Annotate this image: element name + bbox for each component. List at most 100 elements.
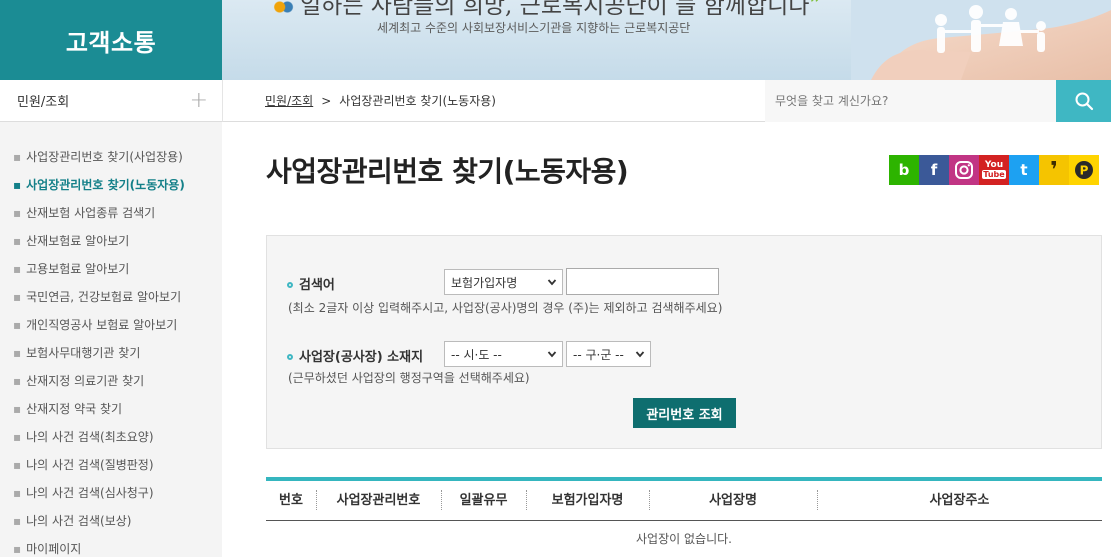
sidebar-item-label: 보험사무대행기관 찾기 [26, 346, 141, 360]
sidebar-item-label: 산재보험료 알아보기 [26, 234, 130, 248]
sidebar-item-pharmacy[interactable]: ▪ 산재지정 약국 찾기 [0, 395, 222, 423]
slogan: 일하는 사람들의 희망, 근로복지공단이 늘 함께합니다” [272, 0, 821, 20]
column-header-workplace-name: 사업장명 [709, 493, 757, 508]
chevron-down-icon [547, 279, 557, 286]
sidebar-item-label: 사업장관리번호 찾기(사업장용) [26, 150, 183, 164]
gugun-select[interactable]: -- 구·군 -- [566, 341, 651, 367]
location-label-text: 사업장(공사장) 소재지 [299, 350, 424, 365]
sidebar-item-label: 사업장관리번호 찾기(노동자용) [26, 178, 185, 192]
bullet-icon: ▪ [13, 542, 22, 556]
bullet-icon: ▪ [13, 318, 22, 332]
instagram-icon[interactable] [949, 155, 979, 185]
bullet-icon: ▪ [13, 290, 22, 304]
menu-toggle-label: 민원/조회 [17, 95, 70, 110]
twitter-icon[interactable]: t [1009, 155, 1039, 185]
sidebar-item-case-initial-care[interactable]: ▪ 나의 사건 검색(최초요양) [0, 423, 222, 451]
keyword-type-value: 보험가입자명 [451, 275, 518, 290]
sidebar-item-case-compensation[interactable]: ▪ 나의 사건 검색(보상) [0, 507, 222, 535]
sidebar-item-label: 산재지정 의료기관 찾기 [26, 374, 145, 388]
slogan-text: 일하는 사람들의 희망, 근로복지공단이 늘 함께합니다 [300, 0, 810, 19]
keyword-type-select[interactable]: 보험가입자명 [444, 269, 563, 295]
youtube-icon[interactable]: You Tube [979, 155, 1009, 185]
bullet-icon: ▪ [13, 206, 22, 220]
blog-icon[interactable]: b [889, 155, 919, 185]
empty-results-message: 사업장이 없습니다. [636, 532, 732, 546]
keyword-label-text: 검색어 [299, 278, 335, 293]
lookup-button[interactable]: 관리번호 조회 [633, 398, 736, 428]
slogan-quote-mark: ” [809, 0, 822, 19]
results-table-header: 번호 사업장관리번호 일괄유무 보험가입자명 사업장명 사업장주소 [266, 481, 1102, 521]
sidebar-item-label: 산재지정 약국 찾기 [26, 402, 123, 416]
page-title: 사업장관리번호 찾기(노동자용) [266, 155, 629, 188]
sidebar-item-label: 마이페이지 [26, 542, 82, 556]
sns-share-bar: b f You Tube t ❜ P [889, 155, 1099, 185]
circle-bullet-icon [287, 281, 293, 288]
workplace-search-form: 검색어 보험가입자명 (최소 2글자 이상 입력해주시고, 사업장(공사)명의 … [266, 235, 1102, 449]
bullet-icon: ▪ [13, 262, 22, 276]
breadcrumb-link-complaint[interactable]: 민원/조회 [265, 92, 313, 109]
menu-toggle[interactable]: 민원/조회 + [0, 80, 222, 122]
bullet-icon: ▪ [13, 150, 22, 164]
breadcrumb: 민원/조회 > 사업장관리번호 찾기(노동자용) [222, 80, 765, 122]
kakaostory-icon[interactable]: ❜ [1039, 155, 1069, 185]
sidebar-item-accident-premium[interactable]: ▪ 산재보험료 알아보기 [0, 227, 222, 255]
header-banner: 일하는 사람들의 희망, 근로복지공단이 늘 함께합니다” 세계최고 수준의 사… [222, 0, 1111, 80]
kakaopage-glyph-icon: P [1075, 161, 1093, 179]
family-hands-illustration [851, 0, 1111, 80]
sidebar-item-case-review-request[interactable]: ▪ 나의 사건 검색(심사청구) [0, 479, 222, 507]
bullet-icon: ▪ [13, 346, 22, 360]
keyword-label: 검색어 [287, 274, 335, 293]
location-label: 사업장(공사장) 소재지 [287, 346, 423, 365]
keyword-input[interactable] [566, 268, 719, 295]
bullet-icon: ▪ [13, 374, 22, 388]
search-button[interactable] [1056, 80, 1111, 122]
sidebar-item-insurance-agency[interactable]: ▪ 보험사무대행기관 찾기 [0, 339, 222, 367]
circle-bullet-icon [287, 353, 293, 360]
column-header-workplace-address: 사업장주소 [929, 493, 990, 508]
sidebar-item-pension-health-premium[interactable]: ▪ 국민연금, 건강보험료 알아보기 [0, 283, 222, 311]
location-hint: (근무하셨던 사업장의 행정구역을 선택해주세요) [288, 371, 530, 385]
bullet-icon: ▪ [13, 234, 22, 248]
chevron-down-icon [635, 351, 645, 358]
plus-icon: + [189, 87, 208, 113]
sidebar-item-label: 산재보험 사업종류 검색기 [26, 206, 156, 220]
sidebar-item-medical-institution[interactable]: ▪ 산재지정 의료기관 찾기 [0, 367, 222, 395]
breadcrumb-separator: > [321, 93, 332, 108]
sidebar-item-mypage[interactable]: ▪ 마이페이지 [0, 535, 222, 557]
sido-select[interactable]: -- 시·도 -- [444, 341, 563, 367]
sidebar-item-workplace-number-worker[interactable]: ▪ 사업장관리번호 찾기(노동자용) [0, 171, 222, 199]
subslogan: 세계최고 수준의 사회보장서비스기관을 지향하는 근로복지공단 [377, 21, 691, 35]
keyword-hint: (최소 2글자 이상 입력해주시고, 사업장(공사)명의 경우 (주)는 제외하… [288, 301, 723, 315]
sidebar-item-workplace-number-employer[interactable]: ▪ 사업장관리번호 찾기(사업장용) [0, 143, 222, 171]
sidebar-item-case-disease-judgment[interactable]: ▪ 나의 사건 검색(질병판정) [0, 451, 222, 479]
bullet-icon: ▪ [13, 458, 22, 472]
bullet-icon: ▪ [13, 178, 22, 192]
sidebar-menu: ▪ 사업장관리번호 찾기(사업장용) ▪ 사업장관리번호 찾기(노동자용) ▪ 산재보… [0, 122, 222, 557]
sidebar-item-label: 나의 사건 검색(질병판정) [26, 458, 154, 472]
breadcrumb-current: 사업장관리번호 찾기(노동자용) [339, 94, 496, 108]
instagram-glyph-icon [955, 161, 973, 179]
leaf-logo-icon [272, 0, 294, 15]
sidebar-item-label: 국민연금, 건강보험료 알아보기 [26, 290, 182, 304]
svg-text:P: P [1080, 164, 1089, 178]
column-header-workplace-number: 사업장관리번호 [336, 493, 421, 508]
sidebar-item-label: 나의 사건 검색(보상) [26, 514, 132, 528]
sidebar-item-label: 개인직영공사 보험료 알아보기 [26, 318, 178, 332]
section-brand: 고객소통 [0, 0, 222, 80]
sidebar-item-label: 고용보험료 알아보기 [26, 262, 130, 276]
bullet-icon: ▪ [13, 486, 22, 500]
sidebar-item-employment-premium[interactable]: ▪ 고용보험료 알아보기 [0, 255, 222, 283]
column-header-number: 번호 [279, 493, 303, 508]
sidebar-item-label: 나의 사건 검색(최초요양) [26, 430, 154, 444]
facebook-icon[interactable]: f [919, 155, 949, 185]
search-icon [1075, 92, 1093, 111]
sido-value: -- 시·도 -- [451, 347, 502, 362]
bullet-icon: ▪ [13, 402, 22, 416]
sidebar-item-industry-type-search[interactable]: ▪ 산재보험 사업종류 검색기 [0, 199, 222, 227]
column-header-insured-name: 보험가입자명 [551, 493, 624, 508]
global-search-input[interactable] [765, 80, 1056, 122]
bullet-icon: ▪ [13, 430, 22, 444]
kakaopage-icon[interactable]: P [1069, 155, 1099, 185]
gugun-value: -- 구·군 -- [573, 347, 624, 362]
sidebar-item-private-construction-premium[interactable]: ▪ 개인직영공사 보험료 알아보기 [0, 311, 222, 339]
